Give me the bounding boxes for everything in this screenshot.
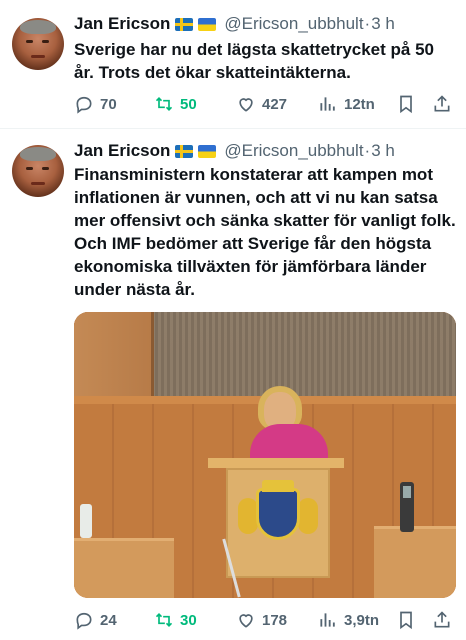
reply-button[interactable]: 24	[74, 608, 117, 632]
views-icon	[320, 97, 335, 111]
like-button[interactable]: 178	[236, 608, 287, 632]
author-handle[interactable]: @Ericson_ubbhult	[224, 141, 363, 161]
retweet-icon	[155, 612, 173, 628]
share-button[interactable]	[432, 92, 452, 116]
ukraine-flag-icon	[198, 17, 217, 31]
reply-button[interactable]: 70	[74, 92, 117, 116]
timestamp[interactable]: 3 h	[371, 14, 395, 34]
ukraine-flag-icon	[198, 144, 217, 158]
share-icon	[434, 611, 450, 628]
tweet-text: Finansministern konstaterar att kampen m…	[74, 165, 456, 299]
views-count: 3,9tn	[344, 611, 380, 629]
like-icon	[239, 614, 253, 628]
avatar[interactable]	[12, 18, 64, 70]
tweet-actions: 70 50 427 12tn	[74, 92, 454, 116]
views-button[interactable]: 12tn	[318, 92, 375, 116]
retweet-icon	[155, 96, 173, 112]
separator-dot: ·	[364, 141, 371, 160]
tweet-text: Sverige har nu det lägsta skattetrycket …	[74, 40, 434, 82]
author-name[interactable]: Jan Ericson	[74, 141, 170, 161]
retweet-button[interactable]: 30	[154, 608, 197, 632]
retweet-count: 30	[180, 611, 197, 629]
like-icon	[239, 98, 253, 112]
reply-icon	[76, 612, 92, 630]
avatar[interactable]	[12, 145, 64, 197]
views-count: 12tn	[344, 95, 375, 113]
bookmark-button[interactable]	[396, 608, 416, 632]
retweet-button[interactable]: 50	[154, 92, 197, 116]
tweet-actions: 24 30 178 3,9tn	[74, 608, 454, 632]
reply-count: 70	[100, 95, 117, 113]
bookmark-icon	[400, 95, 412, 114]
share-button[interactable]	[432, 608, 452, 632]
like-button[interactable]: 427	[236, 92, 287, 116]
bookmark-icon	[400, 611, 412, 630]
share-icon	[434, 95, 450, 112]
like-count: 178	[262, 611, 288, 629]
tweet-photo[interactable]	[74, 312, 456, 598]
separator-dot: ·	[364, 14, 371, 33]
reply-count: 24	[100, 611, 117, 629]
author-handle[interactable]: @Ericson_ubbhult	[224, 14, 363, 34]
tweet-header: Jan Ericson @Ericson_ubbhult · 3 h	[74, 141, 395, 161]
tweet-header: Jan Ericson @Ericson_ubbhult · 3 h	[74, 14, 395, 34]
sweden-flag-icon	[175, 144, 194, 158]
reply-icon	[76, 96, 92, 114]
tweet-1[interactable]: Jan Ericson @Ericson_ubbhult · 3 h Sveri…	[0, 0, 466, 128]
bookmark-button[interactable]	[396, 92, 416, 116]
like-count: 427	[262, 95, 288, 113]
sweden-flag-icon	[175, 17, 194, 31]
views-icon	[320, 613, 335, 627]
timestamp[interactable]: 3 h	[371, 141, 395, 161]
author-name[interactable]: Jan Ericson	[74, 14, 170, 34]
retweet-count: 50	[180, 95, 197, 113]
views-button[interactable]: 3,9tn	[318, 608, 379, 632]
